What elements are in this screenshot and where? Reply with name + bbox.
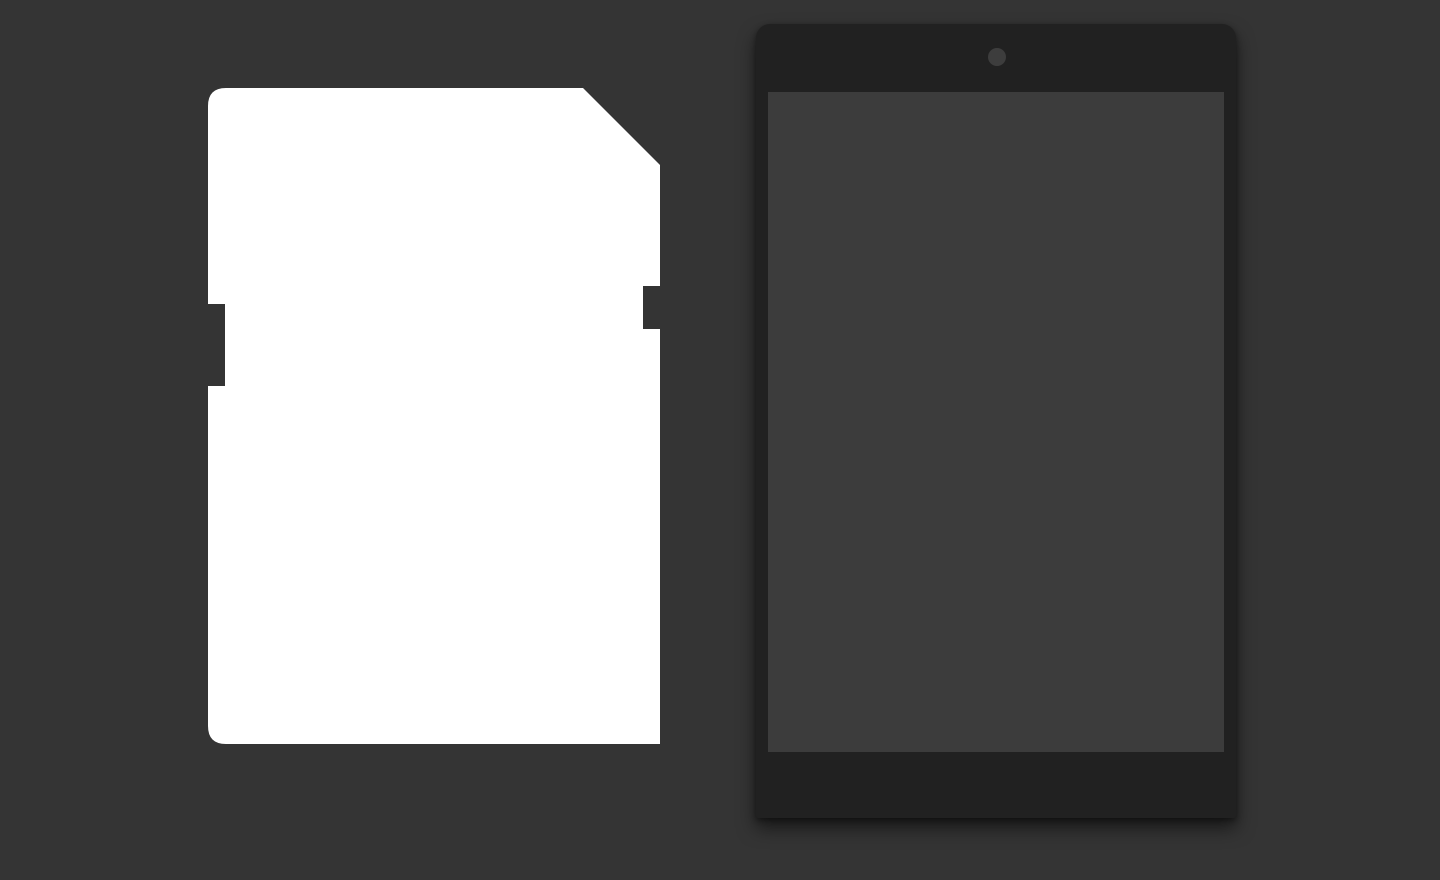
stage (0, 0, 1440, 880)
tablet-bottom-bezel (756, 752, 1236, 818)
sd-card-shape (208, 88, 660, 744)
sd-card-icon (208, 88, 660, 744)
tablet-screen[interactable] (768, 92, 1224, 752)
camera-icon (988, 48, 1006, 66)
tablet-device (756, 24, 1236, 818)
